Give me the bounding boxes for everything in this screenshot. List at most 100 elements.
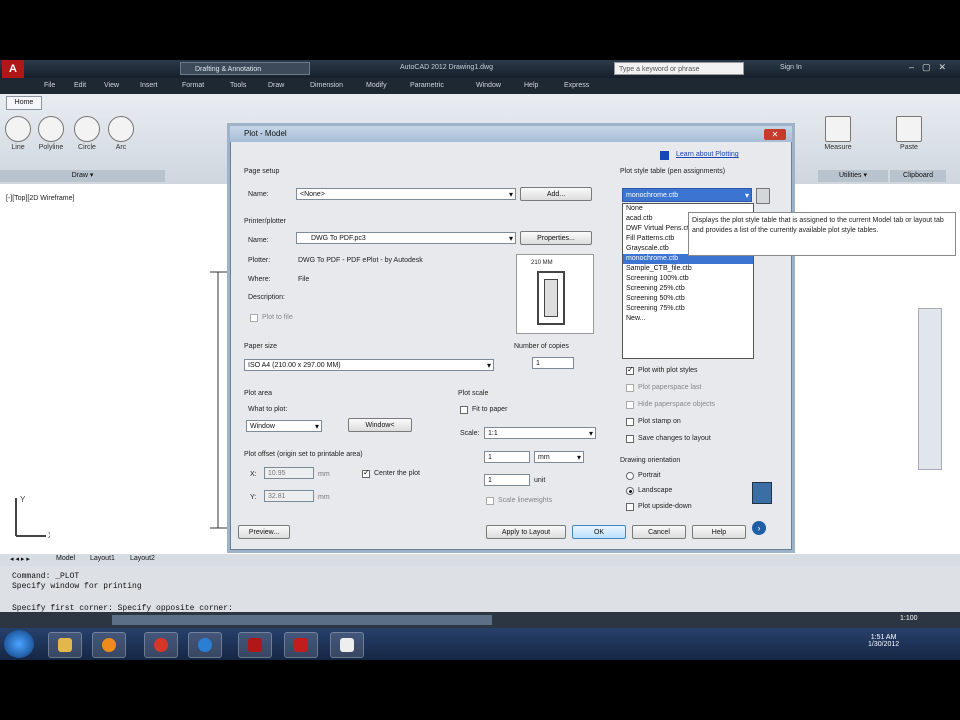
svg-text:Y: Y xyxy=(20,495,26,504)
taskbar-chrome[interactable] xyxy=(144,632,178,658)
list-item[interactable]: Screening 25%.ctb xyxy=(623,284,753,294)
window-pick-button[interactable]: Window< xyxy=(348,418,412,432)
save-changes-checkbox[interactable] xyxy=(626,435,634,443)
taskbar-app[interactable] xyxy=(284,632,318,658)
plot-with-styles-label: Plot with plot styles xyxy=(638,367,698,374)
printer-properties-button[interactable]: Properties... xyxy=(520,231,592,245)
ribbon-tab-home[interactable]: Home xyxy=(6,96,42,110)
offset-x-input[interactable]: 10.95 xyxy=(264,467,314,479)
plot-area-label: Plot area xyxy=(244,390,273,397)
apply-to-layout-button[interactable]: Apply to Layout xyxy=(486,525,566,539)
scale-numerator-input[interactable]: 1 xyxy=(484,451,530,463)
menu-window[interactable]: Window xyxy=(476,82,501,89)
annotation-scale[interactable]: 1:100 xyxy=(900,615,918,622)
status-toggle-buttons[interactable] xyxy=(112,615,492,625)
plot-stamp-checkbox[interactable] xyxy=(626,418,634,426)
menu-insert[interactable]: Insert xyxy=(140,82,158,89)
more-options-icon[interactable]: › xyxy=(752,521,766,535)
scale-lineweights-checkbox[interactable] xyxy=(486,497,494,505)
clipboard-panel-label[interactable]: Clipboard xyxy=(890,170,946,182)
what-to-plot-select[interactable]: Window xyxy=(246,420,322,432)
taskbar-chat[interactable] xyxy=(330,632,364,658)
preview-button[interactable]: Preview... xyxy=(238,525,290,539)
chat-icon xyxy=(340,638,354,652)
help-button[interactable]: Help xyxy=(692,525,746,539)
menu-tools[interactable]: Tools xyxy=(230,82,246,89)
dialog-title-bar[interactable]: Plot - Model xyxy=(230,126,792,142)
menu-express[interactable]: Express xyxy=(564,82,589,89)
center-plot-checkbox[interactable] xyxy=(362,468,370,478)
menu-modify[interactable]: Modify xyxy=(366,82,387,89)
scale-lineweights-label: Scale lineweights xyxy=(498,497,553,504)
tab-layout1[interactable]: Layout1 xyxy=(90,555,115,562)
start-button[interactable] xyxy=(4,630,34,658)
circle-tool[interactable]: Circle xyxy=(72,116,102,151)
list-item[interactable]: New... xyxy=(623,314,753,324)
paste-tool[interactable]: Paste xyxy=(894,116,924,151)
scale-denominator-input[interactable]: 1 xyxy=(484,474,530,486)
scale-unit-select[interactable]: mm xyxy=(534,451,584,463)
paper-size-select[interactable]: ISO A4 (210.00 x 297.00 MM) xyxy=(244,359,494,371)
line-tool[interactable]: Line xyxy=(4,116,32,151)
ok-button[interactable]: OK xyxy=(572,525,626,539)
hide-paperspace-checkbox[interactable] xyxy=(626,401,634,409)
learn-about-plotting-link[interactable]: Learn about Plotting xyxy=(676,151,739,158)
viewport-label[interactable]: [-][Top][2D Wireframe] xyxy=(6,195,74,202)
drawing-orientation-label: Drawing orientation xyxy=(620,457,681,464)
plot-stamp-label: Plot stamp on xyxy=(638,418,681,425)
tab-layout2[interactable]: Layout2 xyxy=(130,555,155,562)
sign-in-button[interactable]: Sign In xyxy=(780,64,802,71)
printer-section-label: Printer/plotter xyxy=(244,218,287,225)
taskbar-media[interactable] xyxy=(92,632,126,658)
menu-parametric[interactable]: Parametric xyxy=(410,82,444,89)
landscape-radio[interactable] xyxy=(626,487,634,495)
measure-tool[interactable]: Measure xyxy=(820,116,856,151)
list-item[interactable]: Screening 100%.ctb xyxy=(623,274,753,284)
fit-to-paper-checkbox[interactable] xyxy=(460,406,468,414)
menu-dimension[interactable]: Dimension xyxy=(310,82,343,89)
list-item[interactable]: Screening 50%.ctb xyxy=(623,294,753,304)
plot-upside-down-label: Plot upside-down xyxy=(638,503,692,510)
plot-style-table-select[interactable]: monochrome.ctb xyxy=(622,188,752,203)
tab-nav-arrows[interactable]: ◂ ◂ ▸ ▸ xyxy=(10,555,30,563)
menu-draw[interactable]: Draw xyxy=(268,82,284,89)
search-input[interactable]: Type a keyword or phrase xyxy=(614,62,744,75)
taskbar-autocad[interactable] xyxy=(238,632,272,658)
edit-plot-style-button[interactable] xyxy=(756,188,770,204)
menu-help[interactable]: Help xyxy=(524,82,538,89)
menu-bar: File Edit View Insert Format Tools Draw … xyxy=(0,78,960,94)
plot-upside-down-checkbox[interactable] xyxy=(626,503,634,511)
menu-format[interactable]: Format xyxy=(182,82,204,89)
list-item[interactable]: Screening 75%.ctb xyxy=(623,304,753,314)
taskbar-ie[interactable] xyxy=(188,632,222,658)
application-menu-logo[interactable]: A xyxy=(2,60,24,78)
menu-edit[interactable]: Edit xyxy=(74,82,86,89)
tab-model[interactable]: Model xyxy=(56,555,75,562)
scale-select[interactable]: 1:1 xyxy=(484,427,596,439)
plot-to-file-checkbox[interactable] xyxy=(250,314,258,322)
cancel-button[interactable]: Cancel xyxy=(632,525,686,539)
offset-y-input[interactable]: 32.81 xyxy=(264,490,314,502)
navigation-bar[interactable] xyxy=(918,308,942,470)
system-clock[interactable]: 1:51 AM 1/30/2012 xyxy=(868,634,899,648)
polyline-tool[interactable]: Polyline xyxy=(34,116,68,151)
window-controls[interactable]: –▢✕ xyxy=(909,62,954,73)
page-setup-name-select[interactable]: <None> xyxy=(296,188,516,200)
workspace-dropdown[interactable]: Drafting & Annotation xyxy=(180,62,310,75)
add-page-setup-button[interactable]: Add... xyxy=(520,187,592,201)
autocad-icon xyxy=(248,638,262,652)
taskbar-explorer[interactable] xyxy=(48,632,82,658)
plotter-value: DWG To PDF - PDF ePlot - by Autodesk xyxy=(298,257,423,264)
utilities-panel-label[interactable]: Utilities ▾ xyxy=(818,170,888,182)
menu-view[interactable]: View xyxy=(104,82,119,89)
draw-panel-label[interactable]: Draw ▾ xyxy=(0,170,165,182)
number-of-copies-input[interactable]: 1 xyxy=(532,357,574,369)
printer-name-select[interactable]: DWG To PDF.pc3 xyxy=(296,232,516,244)
plot-paperspace-last-checkbox[interactable] xyxy=(626,384,634,392)
arc-tool[interactable]: Arc xyxy=(106,116,136,151)
plot-with-styles-checkbox[interactable] xyxy=(626,365,634,375)
dialog-close-button[interactable]: ✕ xyxy=(764,129,786,140)
menu-file[interactable]: File xyxy=(44,82,55,89)
portrait-radio[interactable] xyxy=(626,472,634,480)
list-item[interactable]: Sample_CTB_file.ctb xyxy=(623,264,753,274)
